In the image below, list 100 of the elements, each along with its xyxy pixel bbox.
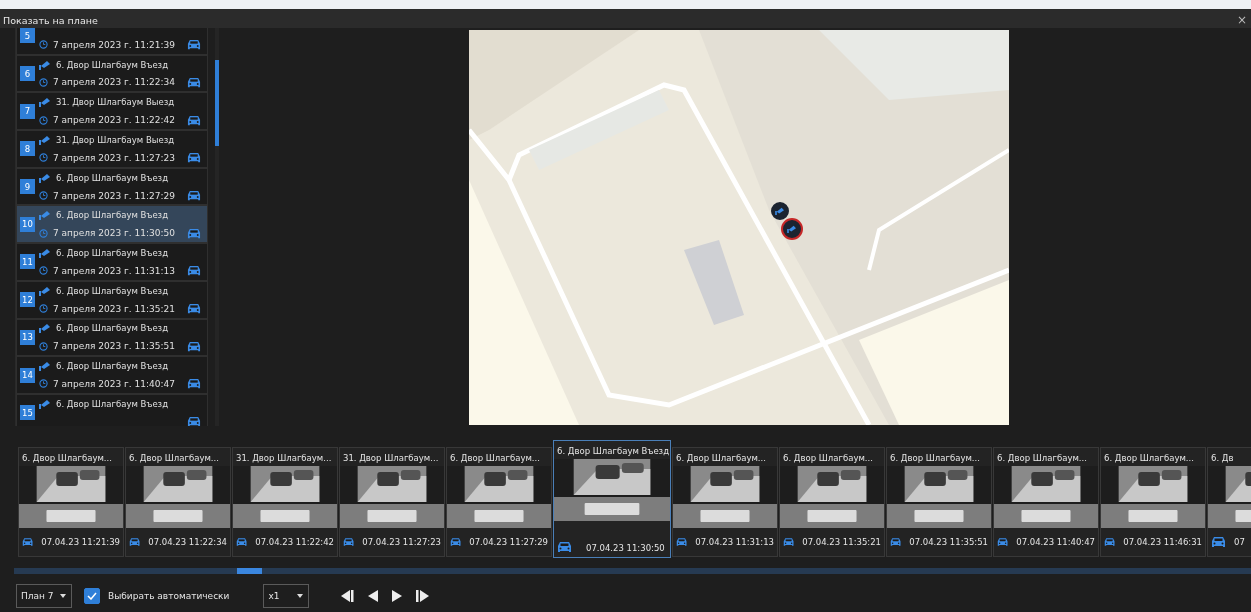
snapshot-card[interactable]: 6. Двор Шлагбаум... 07.04.23 11:35:51	[886, 447, 992, 557]
clock-icon	[39, 266, 48, 276]
event-item[interactable]: 15 6. Двор Шлагбаум Въезд	[16, 393, 208, 426]
snapshot-card[interactable]: 6. Двор Шлагбаум... 07.04.23 11:21:39	[18, 447, 124, 557]
camera-icon	[39, 210, 51, 221]
check-icon	[87, 592, 97, 600]
event-item[interactable]: 12 6. Двор Шлагбаум Въезд 7 апреля 2023 г. 11:35:21	[16, 280, 208, 319]
timeline-track[interactable]	[14, 568, 1251, 574]
clock-icon	[39, 191, 48, 200]
clock-icon	[39, 40, 48, 50]
car-icon	[1211, 536, 1226, 548]
snapshot-time: 07.04.23 11:40:47	[1016, 537, 1095, 547]
event-item[interactable]: 14 6. Двор Шлагбаум Въезд 7 апреля 2023 г. 11:40:47	[16, 356, 208, 394]
event-number: 5	[20, 28, 35, 44]
car-icon	[557, 541, 572, 553]
event-item[interactable]: 7 31. Двор Шлагбаум Выезд 7 апреля 2023 г. 11:22:42	[16, 92, 208, 131]
snapshot-time: 07.04.23 11:21:39	[41, 537, 120, 547]
snapshot-title: 6. Двор Шлагбаум...	[128, 452, 220, 465]
snapshot-title: 6. Двор Шлагбаум...	[996, 452, 1088, 465]
event-item[interactable]: 11 6. Двор Шлагбаум Въезд 7 апреля 2023 г. 11:31:13	[16, 243, 208, 281]
snapshot-card[interactable]: 6. Двор Шлагбаум... 07.04.23 11:40:47	[993, 447, 1099, 557]
event-number: 11	[20, 254, 35, 270]
snapshot-title: 6. Двор Шлагбаум...	[1103, 452, 1195, 465]
play-backward-button[interactable]	[366, 588, 381, 604]
camera-name: 6. Двор Шлагбаум Въезд	[56, 59, 168, 70]
clock-icon	[39, 379, 48, 389]
event-number: 14	[20, 367, 35, 383]
event-item[interactable]: 5 7 апреля 2023 г. 11:21:39	[16, 28, 208, 55]
checkbox[interactable]	[84, 588, 100, 604]
car-icon	[343, 536, 355, 548]
snapshot-card[interactable]: 6. Дв 07	[1207, 447, 1251, 557]
event-time: 7 апреля 2023 г. 11:21:39	[53, 39, 175, 50]
event-time: 7 апреля 2023 г. 11:27:23	[53, 152, 175, 163]
snapshot-card[interactable]: 6. Двор Шлагбаум... 07.04.23 11:35:21	[779, 447, 885, 557]
snapshot-title: 6. Двор Шлагбаум...	[889, 452, 981, 465]
car-icon	[1104, 536, 1116, 548]
snapshot-time: 07.04.23 11:46:31	[1123, 537, 1202, 547]
event-item[interactable]: 6 6. Двор Шлагбаум Въезд 7 апреля 2023 г. 11:22:34	[16, 54, 208, 93]
camera-icon	[39, 285, 51, 296]
snapshot-card[interactable]: 6. Двор Шлагбаум... 07.04.23 11:27:29	[446, 447, 552, 557]
snapshot-time: 07.04.23 11:35:21	[802, 537, 881, 547]
event-number: 8	[20, 141, 35, 157]
caret-icon	[60, 594, 66, 598]
car-icon	[187, 416, 201, 426]
snapshot-title: 6. Двор Шлагбаум...	[21, 452, 113, 465]
snapshot-time: 07.04.23 11:31:13	[695, 537, 774, 547]
event-item[interactable]: 10 6. Двор Шлагбаум Въезд 7 апреля 2023 г. 11:30:50	[16, 205, 208, 244]
snapshot-time: 07.04.23 11:35:51	[909, 537, 988, 547]
event-item[interactable]: 9 6. Двор Шлагбаум Въезд 7 апреля 2023 г. 11:27:29	[16, 167, 208, 206]
snapshot-card[interactable]: 6. Двор Шлагбаум... 07.04.23 11:46:31	[1100, 447, 1206, 557]
clock-icon	[39, 304, 48, 314]
speed-dropdown[interactable]: x1	[263, 584, 310, 608]
clock-icon	[39, 153, 48, 163]
camera-icon	[39, 59, 51, 70]
snapshot-time: 07.04.23 11:22:34	[148, 537, 227, 547]
snapshot-time: 07.04.23 11:27:23	[362, 537, 441, 547]
event-time: 7 апреля 2023 г. 11:22:42	[53, 115, 175, 126]
snapshot-title: 6. Двор Шлагбаум...	[675, 452, 767, 465]
camera-name: 6. Двор Шлагбаум Въезд	[56, 210, 168, 221]
snapshot-time: 07.04.23 11:27:29	[469, 537, 548, 547]
car-icon	[187, 114, 201, 126]
snapshot-title: 6. Двор Шлагбаум...	[449, 452, 541, 465]
clock-icon	[39, 228, 48, 238]
camera-name: 6. Двор Шлагбаум Въезд	[56, 248, 168, 259]
camera-icon	[787, 225, 797, 233]
event-number: 12	[20, 292, 35, 308]
car-icon	[783, 536, 795, 548]
step-back-button[interactable]	[339, 588, 357, 604]
plan-dropdown[interactable]: План 7	[16, 584, 72, 608]
car-icon	[450, 536, 462, 548]
snapshot-card[interactable]: 6. Двор Шлагбаум Въезд 07.04.23 11:30:50	[553, 440, 671, 558]
snapshot-card[interactable]: 31. Двор Шлагбаум... 07.04.23 11:22:42	[232, 447, 338, 557]
event-time: 7 апреля 2023 г. 11:35:51	[53, 341, 175, 352]
snapshot-title: 31. Двор Шлагбаум...	[235, 452, 333, 465]
snapshot-card[interactable]: 6. Двор Шлагбаум... 07.04.23 11:31:13	[672, 447, 778, 557]
snapshot-time: 07	[1234, 537, 1245, 547]
close-button[interactable]: ×	[1236, 14, 1247, 26]
window-title: Показать на плане	[3, 15, 98, 26]
timeline-marker[interactable]	[237, 568, 262, 574]
camera-name: 6. Двор Шлагбаум Въезд	[56, 172, 168, 183]
clock-icon	[39, 115, 48, 125]
snapshot-title: 31. Двор Шлагбаум...	[342, 452, 440, 465]
car-icon	[187, 378, 201, 390]
caret-icon	[297, 594, 304, 598]
event-item[interactable]: 8 31. Двор Шлагбаум Выезд 7 апреля 2023 г. 11:27:23	[16, 130, 208, 168]
event-item[interactable]: 13 6. Двор Шлагбаум Въезд 7 апреля 2023 г. 11:35:51	[16, 318, 208, 357]
event-time: 7 апреля 2023 г. 11:30:50	[53, 228, 175, 239]
scrollbar-thumb[interactable]	[215, 60, 219, 146]
event-time: 7 апреля 2023 г. 11:31:13	[53, 265, 175, 276]
camera-icon	[39, 398, 51, 409]
car-icon	[187, 303, 201, 315]
snapshot-card[interactable]: 6. Двор Шлагбаум... 07.04.23 11:22:34	[125, 447, 231, 557]
camera-name: 6. Двор Шлагбаум Въезд	[56, 285, 168, 296]
clock-icon	[39, 341, 48, 351]
clock-icon	[39, 77, 48, 87]
camera-name: 6. Двор Шлагбаум Въезд	[56, 323, 168, 334]
snapshot-card[interactable]: 31. Двор Шлагбаум... 07.04.23 11:27:23	[339, 447, 445, 557]
camera-icon	[39, 361, 51, 372]
car-icon	[187, 265, 201, 277]
car-icon	[890, 536, 902, 548]
